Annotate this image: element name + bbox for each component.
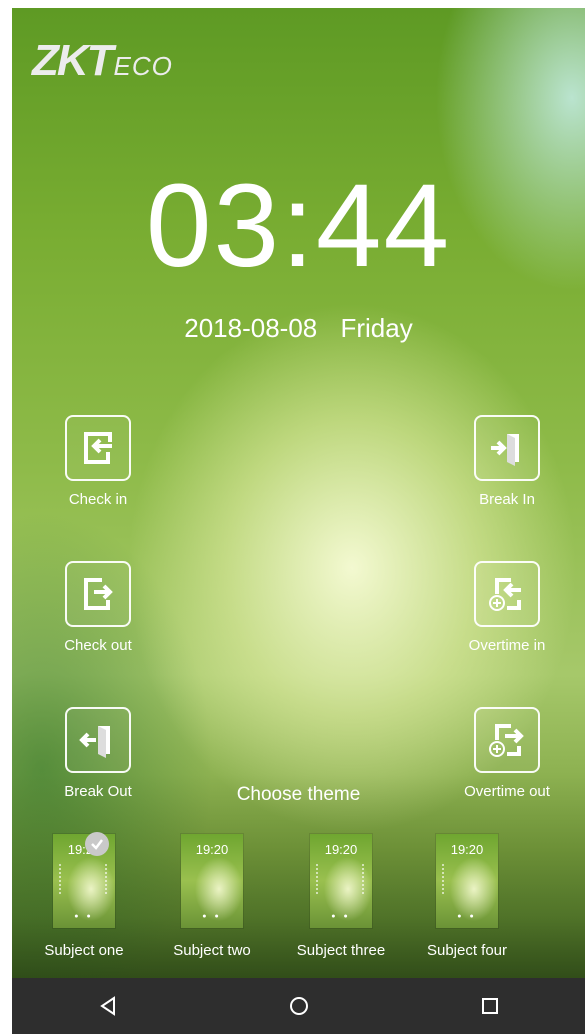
theme-preview-time: 19:20 xyxy=(450,842,484,857)
theme-preview-dots: ● ● xyxy=(331,913,351,920)
clock-date-row: 2018-08-08 Friday xyxy=(12,313,585,344)
zkteco-logo: ZKTECO xyxy=(32,36,173,86)
theme-preview-time: 19:20 xyxy=(324,842,358,857)
theme-option-4[interactable]: 19:20 ● ● Subject four xyxy=(402,834,532,959)
break-in-icon xyxy=(474,415,540,481)
break-in-button[interactable]: Break In xyxy=(447,415,567,508)
recents-button[interactable] xyxy=(394,978,585,1034)
selected-check-icon xyxy=(85,832,109,856)
clock-date: 2018-08-08 xyxy=(184,313,318,343)
check-in-icon xyxy=(65,415,131,481)
theme-preview-dots: ● ● xyxy=(74,913,94,920)
overtime-out-icon xyxy=(474,707,540,773)
logo-main: ZKT xyxy=(32,36,114,85)
theme-option-label: Subject two xyxy=(173,942,251,959)
back-icon xyxy=(99,996,115,1016)
theme-option-3[interactable]: 19:20 ● ● Subject three xyxy=(276,834,406,959)
home-screen: ZKTECO 03:44 2018-08-08 Friday Check in xyxy=(12,8,585,1034)
theme-option-1[interactable]: 19:20 ● ● Subject one xyxy=(19,832,149,959)
home-icon xyxy=(289,997,308,1015)
check-out-button[interactable]: Check out xyxy=(38,561,158,654)
overtime-in-icon xyxy=(474,561,540,627)
back-button[interactable] xyxy=(12,978,203,1034)
recents-icon xyxy=(481,998,498,1014)
theme-preview-dots: ● ● xyxy=(457,913,477,920)
theme-option-label: Subject one xyxy=(44,942,124,959)
overtime-in-label: Overtime in xyxy=(468,637,546,654)
theme-preview: 19:20 ● ● xyxy=(310,834,372,928)
theme-preview: 19:20 ● ● xyxy=(436,834,498,928)
theme-preview-dots: ● ● xyxy=(202,913,222,920)
theme-preview: 19:20 ● ● xyxy=(181,834,243,928)
check-in-label: Check in xyxy=(68,491,128,508)
home-button[interactable] xyxy=(203,978,394,1034)
overtime-in-button[interactable]: Overtime in xyxy=(447,561,567,654)
clock-time: 03:44 xyxy=(145,160,452,292)
check-out-label: Check out xyxy=(64,637,132,654)
check-in-button[interactable]: Check in xyxy=(38,415,158,508)
clock-weekday: Friday xyxy=(340,313,413,343)
break-in-label: Break In xyxy=(479,491,535,508)
theme-option-label: Subject three xyxy=(296,942,386,959)
choose-theme-title: Choose theme xyxy=(236,784,361,805)
theme-preview-time: 19:20 xyxy=(195,842,229,857)
system-navigation-bar xyxy=(12,978,585,1034)
theme-option-2[interactable]: 19:20 ● ● Subject two xyxy=(147,834,277,959)
break-out-icon xyxy=(65,707,131,773)
theme-option-label: Subject four xyxy=(426,942,508,959)
logo-suffix: ECO xyxy=(113,51,173,81)
check-out-icon xyxy=(65,561,131,627)
